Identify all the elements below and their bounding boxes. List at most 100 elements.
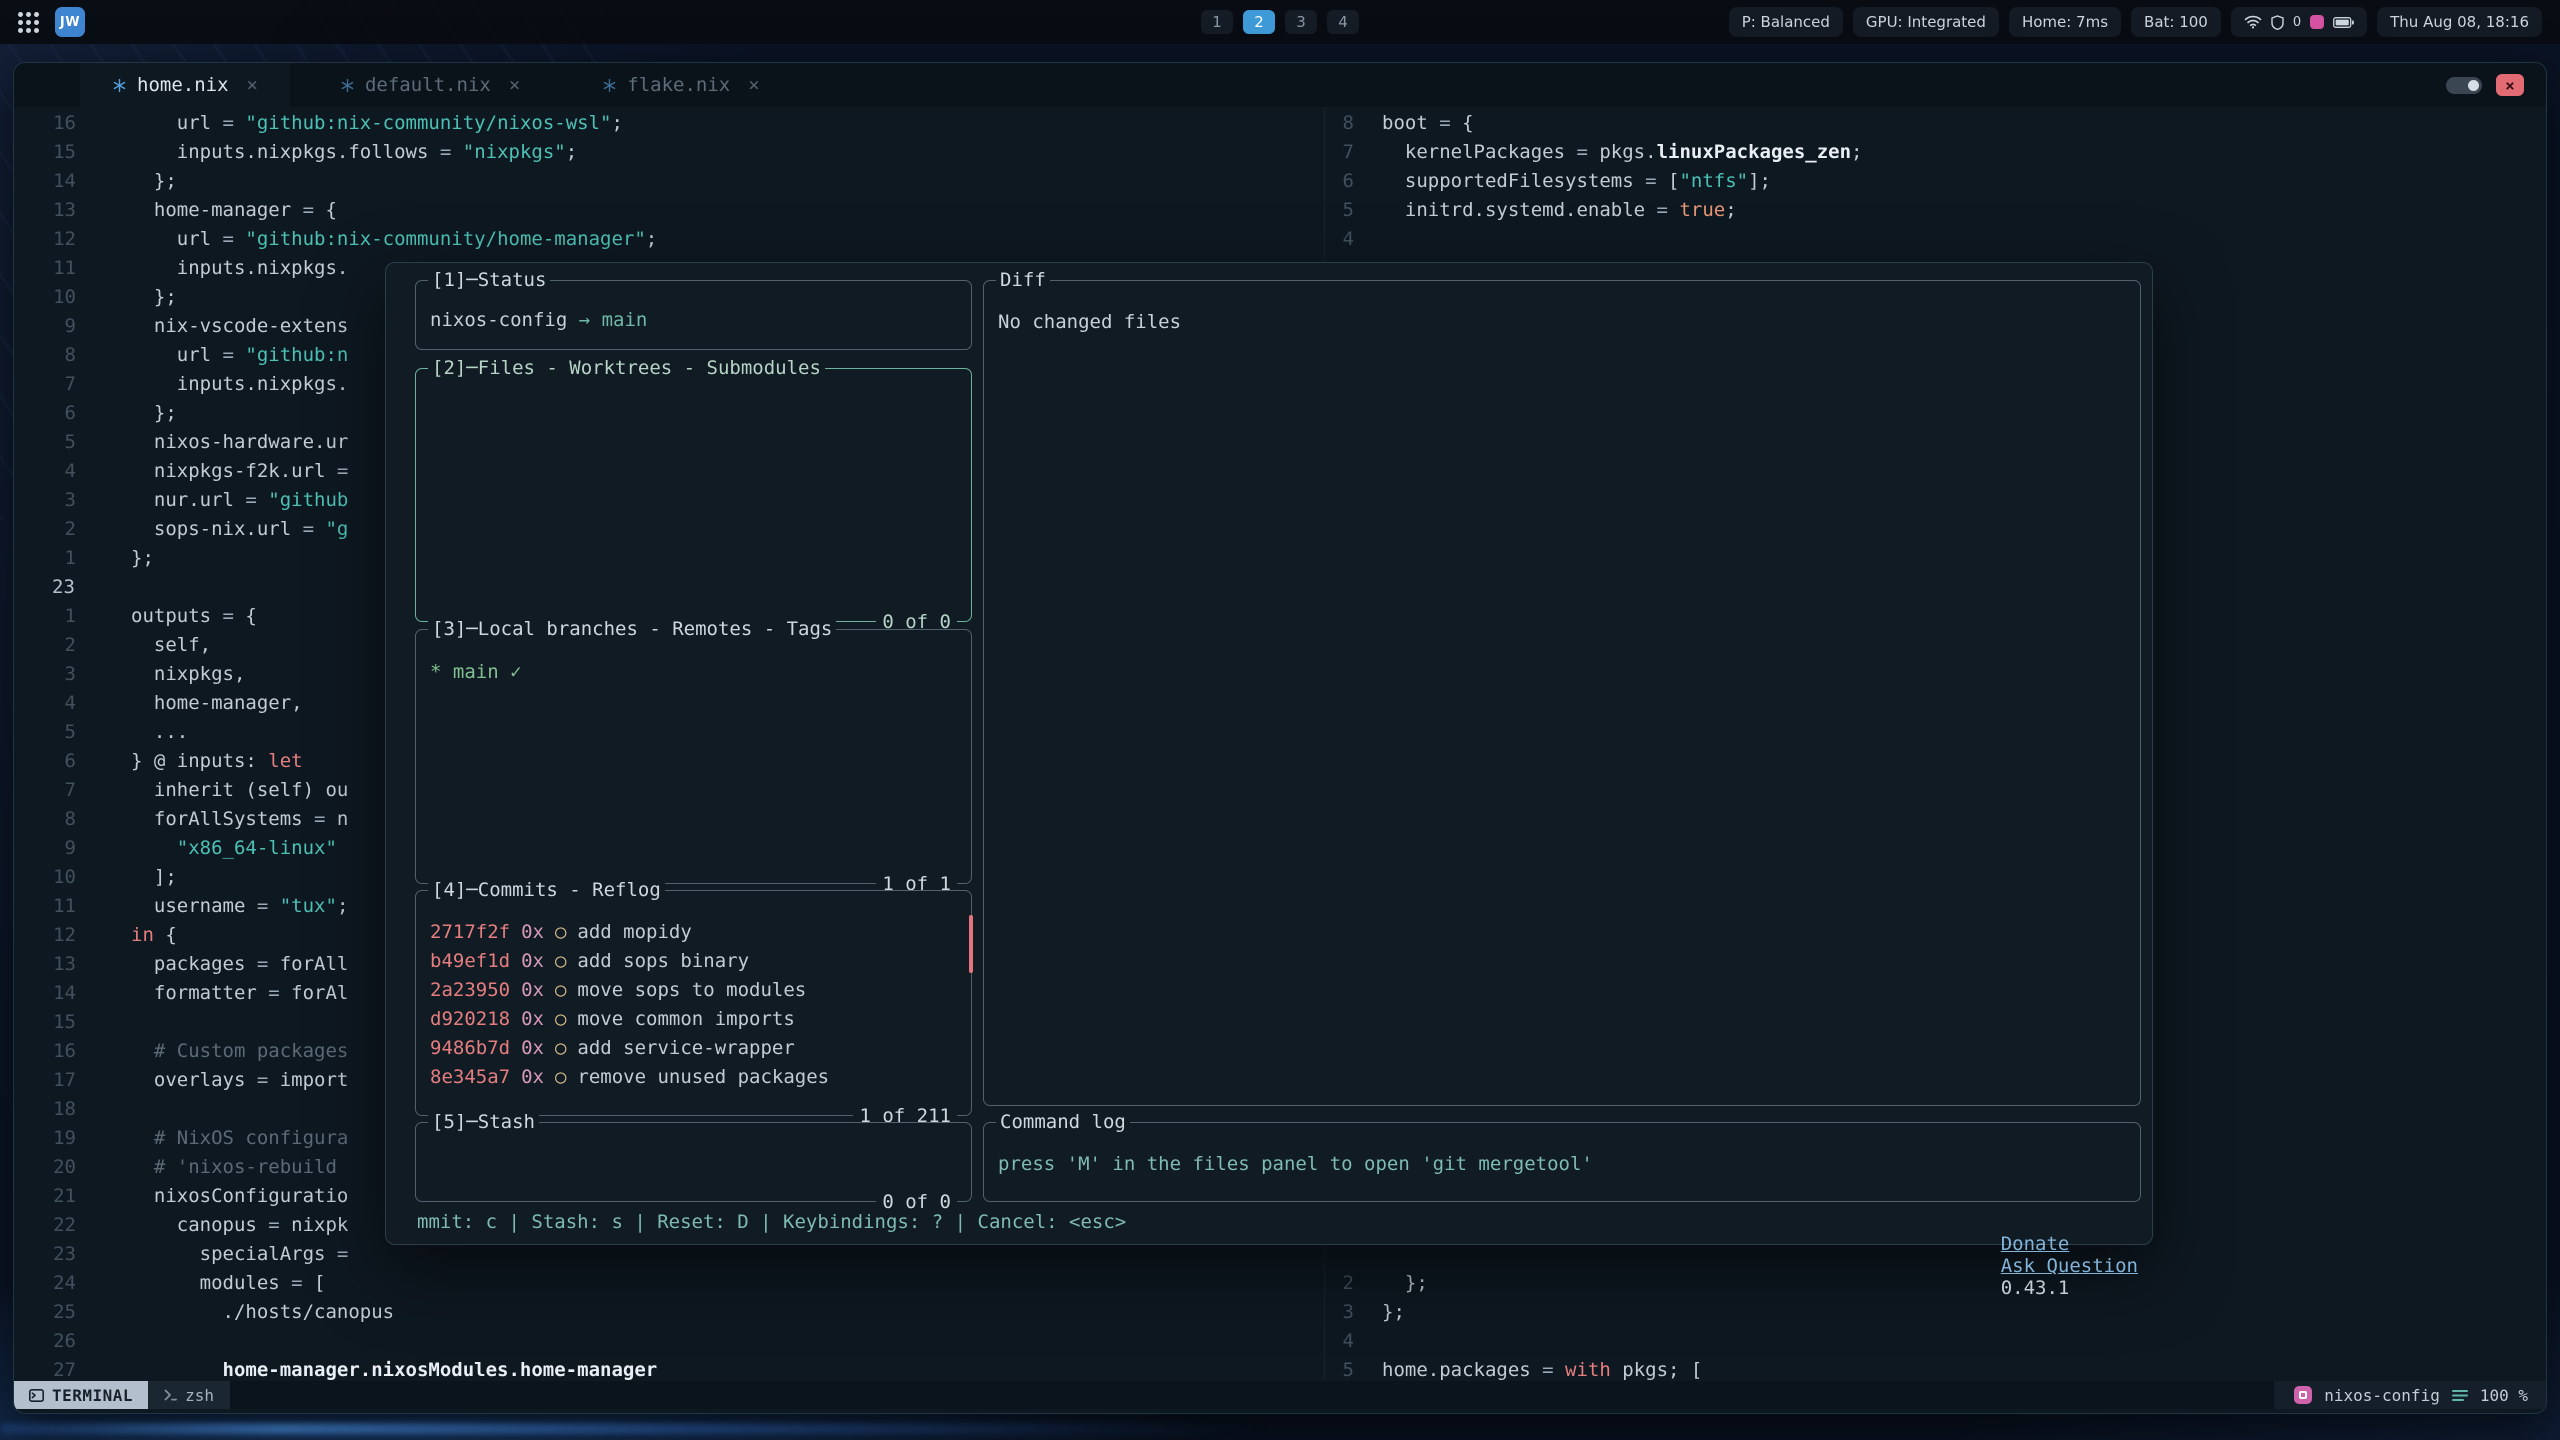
commit-hash: 2717f2f [430, 921, 510, 943]
wifi-icon [2244, 15, 2262, 29]
statusline-right: nixos-config 100 % [2274, 1381, 2547, 1409]
commit-author: 0x [521, 921, 544, 943]
apps-grid-icon[interactable] [18, 12, 39, 33]
commit-row[interactable]: 8e345a70x○remove unused packages [430, 1063, 829, 1092]
code-text: home.packages = with pkgs; [ [1382, 1356, 1702, 1381]
commit-graph-bullet: ○ [555, 921, 566, 943]
commit-message: move common imports [577, 1008, 794, 1030]
tab-label: default.nix [365, 74, 491, 96]
workspace-button-3[interactable]: 3 [1285, 10, 1317, 34]
commits-scrollbar[interactable] [969, 915, 973, 973]
battery-icon [2333, 17, 2354, 28]
commit-author: 0x [521, 979, 544, 1001]
workspace-button-1[interactable]: 1 [1201, 10, 1233, 34]
keybinding-options: mmit: c | Stash: s | Reset: D | Keybindi… [417, 1211, 1126, 1233]
code-line[interactable]: 4 [14, 1327, 2547, 1356]
tab-list: home.nix × default.nix × flake.nix × [80, 63, 792, 107]
commit-author: 0x [521, 1037, 544, 1059]
commit-graph-bullet: ○ [555, 1037, 566, 1059]
commit-row[interactable]: 2a23950 0x ○ move sops to modules [430, 976, 806, 1005]
status-segment: GPU: Integrated [1853, 7, 1999, 37]
editor-window: home.nix×default.nix×flake.nix× × 16 url… [13, 62, 2547, 1414]
line-number: 5 [1290, 196, 1354, 225]
project-name: nixos-config [2324, 1386, 2440, 1405]
code-line[interactable]: 7 kernelPackages = pkgs.linuxPackages_ze… [14, 138, 2547, 167]
window-close-button[interactable]: × [2496, 74, 2524, 96]
code-line[interactable]: 4 [14, 225, 2547, 254]
status-segment: Home: 7ms [2009, 7, 2121, 37]
code-line[interactable]: 6 supportedFilesystems = ["ntfs"]; [14, 167, 2547, 196]
code-line[interactable]: 5 initrd.systemd.enable = true; [14, 196, 2547, 225]
tab-close-icon[interactable]: × [247, 74, 258, 96]
commit-list: 2717f2f 0x ○ add mopidy b49ef1d0x○add sops b… [416, 891, 971, 1115]
lazygit-files-panel[interactable]: [2]─Files - Worktrees - Submodules 0 of … [415, 368, 972, 622]
panel-title: [1]─Status [428, 268, 550, 292]
ask-question-link[interactable]: Ask Question [2001, 1255, 2138, 1277]
code-line[interactable]: 5 home.packages = with pkgs; [ [14, 1356, 2547, 1381]
commit-row[interactable]: b49ef1d0x○add sops binary [430, 947, 749, 976]
tab-close-icon[interactable]: × [748, 74, 759, 96]
nix-snowflake-icon [340, 78, 355, 93]
workspace-button-2[interactable]: 2 [1243, 10, 1275, 34]
window-pin-toggle[interactable] [2446, 77, 2482, 94]
topbar-status-segments: P: BalancedGPU: IntegratedHome: 7msBat: … [1729, 7, 2221, 37]
commit-message: move sops to modules [577, 979, 806, 1001]
commit-row[interactable]: d9202180x○move common imports [430, 1005, 795, 1034]
nix-snowflake-icon [112, 78, 127, 93]
code-line[interactable]: 3}; [14, 1298, 2547, 1327]
workspace-button-4[interactable]: 4 [1327, 10, 1359, 34]
code-line[interactable]: 8boot = { [14, 109, 2547, 138]
commit-hash: 8e345a7 [430, 1066, 510, 1088]
commit-message: remove unused packages [577, 1066, 829, 1088]
commit-author: 0x [521, 1008, 544, 1030]
lazygit-stash-panel[interactable]: [5]─Stash 0 of 0 [415, 1122, 972, 1202]
tab-close-icon[interactable]: × [509, 74, 520, 96]
recorder-icon [2310, 15, 2324, 29]
commit-graph-bullet: ○ [555, 979, 566, 1001]
code-text: initrd.systemd.enable = true; [1382, 196, 1737, 225]
line-number: 3 [1290, 1298, 1354, 1327]
scroll-percent: 100 % [2480, 1386, 2528, 1405]
commit-message: add mopidy [577, 921, 691, 943]
tabbar: home.nix × default.nix × flake.nix × [14, 63, 2546, 107]
diff-content: No changed files [998, 311, 1181, 333]
tab-default.nix[interactable]: default.nix × [308, 63, 552, 107]
tab-home.nix[interactable]: home.nix × [80, 63, 290, 107]
lazygit-branches-panel[interactable]: [3]─Local branches - Remotes - Tags * ma… [415, 629, 972, 884]
commit-row[interactable]: 9486b7d0x○add service-wrapper [430, 1034, 795, 1063]
tab-label: home.nix [137, 74, 229, 96]
line-number: 7 [1290, 138, 1354, 167]
logo-badge[interactable]: JW [55, 7, 85, 37]
code-line[interactable]: 2 }; [14, 1269, 2547, 1298]
panel-title: [5]─Stash [428, 1110, 539, 1134]
workspaces: 1234 [1201, 0, 1359, 44]
lazygit-commits-panel[interactable]: [4]─Commits - Reflog 2717f2f0x○add mopid… [415, 890, 972, 1116]
code-text: supportedFilesystems = ["ntfs"]; [1382, 167, 1771, 196]
project-icon [2294, 1386, 2312, 1404]
donate-link[interactable]: Donate [2001, 1233, 2070, 1255]
lazygit-window: [1]─Status nixos-config → main [2]─Files… [385, 262, 2153, 1245]
lazygit-status-panel[interactable]: [1]─Status nixos-config → main [415, 280, 972, 350]
tab-label: flake.nix [627, 74, 730, 96]
command-log-content: press 'M' in the files panel to open 'gi… [998, 1153, 1593, 1175]
repo-status: nixos-config → main [430, 309, 647, 331]
code-text: }; [1382, 1269, 1428, 1298]
branch-row[interactable]: * main ✓ [430, 661, 522, 683]
lazygit-command-log-panel[interactable]: Command log press 'M' in the files panel… [983, 1122, 2141, 1202]
line-number: 2 [1290, 1269, 1354, 1298]
tab-flake.nix[interactable]: flake.nix × [570, 63, 791, 107]
panel-title: [3]─Local branches - Remotes - Tags [428, 617, 836, 641]
commit-graph-bullet: ○ [555, 1008, 566, 1030]
commit-row[interactable]: 2717f2f 0x ○ add mopidy [430, 918, 692, 947]
lazygit-diff-panel[interactable]: Diff No changed files [983, 280, 2141, 1106]
terminal-icon [29, 1389, 44, 1402]
topbar: JW 1234 P: BalancedGPU: IntegratedHome: … [0, 0, 2560, 44]
wallpaper-glow [0, 1423, 1270, 1434]
tray-icons: 0 [2231, 7, 2367, 37]
status-segment: Bat: 100 [2131, 7, 2221, 37]
commit-hash: 2a23950 [430, 979, 510, 1001]
line-number: 5 [1290, 1356, 1354, 1381]
clock: Thu Aug 08, 18:16 [2377, 7, 2542, 37]
panel-title: Command log [996, 1110, 1130, 1134]
line-number: 6 [1290, 167, 1354, 196]
